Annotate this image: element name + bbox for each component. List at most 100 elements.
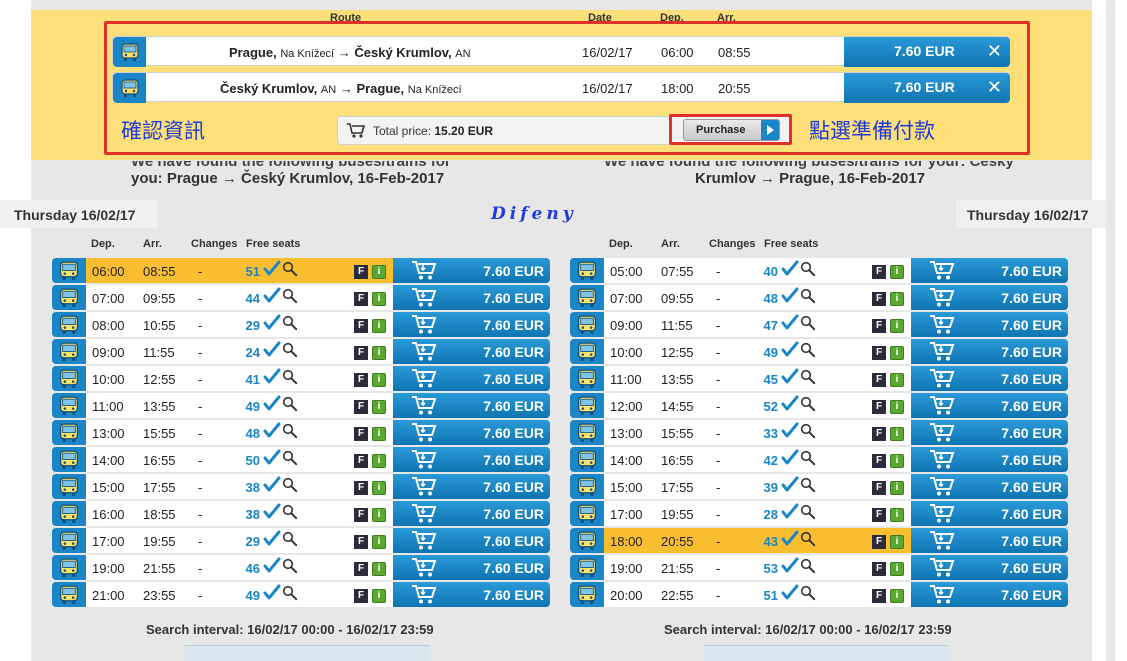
info-icon[interactable]: i <box>372 400 386 414</box>
seat-search-icon[interactable] <box>800 369 816 390</box>
info-icon[interactable]: i <box>372 373 386 387</box>
buy-ticket-button[interactable]: 7.60 EUR <box>911 420 1068 445</box>
connection-row[interactable]: 15:00 17:55 - 39 Fi 7.60 EUR <box>570 474 1068 499</box>
info-icon[interactable]: i <box>372 292 386 306</box>
fare-badge-icon[interactable]: F <box>872 454 886 468</box>
seat-search-icon[interactable] <box>800 450 816 471</box>
connection-row[interactable]: 10:00 12:55 - 49 Fi 7.60 EUR <box>570 339 1068 364</box>
connection-row[interactable]: 07:00 09:55 - 48 Fi 7.60 EUR <box>570 285 1068 310</box>
fare-badge-icon[interactable]: F <box>354 400 368 414</box>
connection-details[interactable]: 14:00 16:55 - 42 Fi <box>604 447 911 472</box>
info-icon[interactable]: i <box>890 346 904 360</box>
buy-ticket-button[interactable]: 7.60 EUR <box>393 420 550 445</box>
buy-ticket-button[interactable]: 7.60 EUR <box>393 366 550 391</box>
fare-badge-icon[interactable]: F <box>872 481 886 495</box>
connection-details[interactable]: 07:00 09:55 - 48 Fi <box>604 285 911 310</box>
fare-badge-icon[interactable]: F <box>872 265 886 279</box>
buy-ticket-button[interactable]: 7.60 EUR <box>393 339 550 364</box>
buy-ticket-button[interactable]: 7.60 EUR <box>393 312 550 337</box>
connection-details[interactable]: 13:00 15:55 - 33 Fi <box>604 420 911 445</box>
fare-badge-icon[interactable]: F <box>872 373 886 387</box>
connection-row[interactable]: 17:00 19:55 - 28 Fi 7.60 EUR <box>570 501 1068 526</box>
connection-details[interactable]: 09:00 11:55 - 47 Fi <box>604 312 911 337</box>
info-icon[interactable]: i <box>890 562 904 576</box>
connection-details[interactable]: 07:00 09:55 - 44 Fi <box>86 285 393 310</box>
connection-details[interactable]: 09:00 11:55 - 24 Fi <box>86 339 393 364</box>
seat-search-icon[interactable] <box>800 423 816 444</box>
info-icon[interactable]: i <box>890 454 904 468</box>
buy-ticket-button[interactable]: 7.60 EUR <box>393 528 550 553</box>
right-pager[interactable] <box>704 645 949 661</box>
fare-badge-icon[interactable]: F <box>354 481 368 495</box>
seat-search-icon[interactable] <box>282 450 298 471</box>
seat-search-icon[interactable] <box>282 288 298 309</box>
info-icon[interactable]: i <box>890 427 904 441</box>
seat-search-icon[interactable] <box>800 504 816 525</box>
connection-row[interactable]: 17:00 19:55 - 29 Fi 7.60 EUR <box>52 528 550 553</box>
buy-ticket-button[interactable]: 7.60 EUR <box>393 501 550 526</box>
seat-search-icon[interactable] <box>282 504 298 525</box>
connection-row[interactable]: 13:00 15:55 - 33 Fi 7.60 EUR <box>570 420 1068 445</box>
fare-badge-icon[interactable]: F <box>354 265 368 279</box>
connection-details[interactable]: 14:00 16:55 - 50 Fi <box>86 447 393 472</box>
connection-row[interactable]: 11:00 13:55 - 49 Fi 7.60 EUR <box>52 393 550 418</box>
buy-ticket-button[interactable]: 7.60 EUR <box>911 501 1068 526</box>
seat-search-icon[interactable] <box>282 531 298 552</box>
connection-row[interactable]: 07:00 09:55 - 44 Fi 7.60 EUR <box>52 285 550 310</box>
info-icon[interactable]: i <box>890 589 904 603</box>
fare-badge-icon[interactable]: F <box>354 562 368 576</box>
connection-details[interactable]: 06:00 08:55 - 51 Fi <box>86 258 393 283</box>
seat-search-icon[interactable] <box>800 315 816 336</box>
connection-row[interactable]: 08:00 10:55 - 29 Fi 7.60 EUR <box>52 312 550 337</box>
seat-search-icon[interactable] <box>282 342 298 363</box>
connection-row[interactable]: 14:00 16:55 - 50 Fi 7.60 EUR <box>52 447 550 472</box>
connection-details[interactable]: 18:00 20:55 - 43 Fi <box>604 528 911 553</box>
seat-search-icon[interactable] <box>800 531 816 552</box>
seat-search-icon[interactable] <box>800 477 816 498</box>
fare-badge-icon[interactable]: F <box>872 319 886 333</box>
connection-row[interactable]: 05:00 07:55 - 40 Fi 7.60 EUR <box>570 258 1068 283</box>
info-icon[interactable]: i <box>372 589 386 603</box>
info-icon[interactable]: i <box>372 454 386 468</box>
connection-details[interactable]: 17:00 19:55 - 28 Fi <box>604 501 911 526</box>
buy-ticket-button[interactable]: 7.60 EUR <box>393 393 550 418</box>
fare-badge-icon[interactable]: F <box>354 346 368 360</box>
buy-ticket-button[interactable]: 7.60 EUR <box>911 528 1068 553</box>
buy-ticket-button[interactable]: 7.60 EUR <box>393 474 550 499</box>
fare-badge-icon[interactable]: F <box>354 589 368 603</box>
connection-row[interactable]: 13:00 15:55 - 48 Fi 7.60 EUR <box>52 420 550 445</box>
info-icon[interactable]: i <box>890 265 904 279</box>
fare-badge-icon[interactable]: F <box>872 292 886 306</box>
fare-badge-icon[interactable]: F <box>872 508 886 522</box>
buy-ticket-button[interactable]: 7.60 EUR <box>393 582 550 607</box>
connection-details[interactable]: 11:00 13:55 - 45 Fi <box>604 366 911 391</box>
info-icon[interactable]: i <box>890 373 904 387</box>
connection-row[interactable]: 15:00 17:55 - 38 Fi 7.60 EUR <box>52 474 550 499</box>
info-icon[interactable]: i <box>890 508 904 522</box>
fare-badge-icon[interactable]: F <box>354 427 368 441</box>
info-icon[interactable]: i <box>890 535 904 549</box>
info-icon[interactable]: i <box>890 292 904 306</box>
seat-search-icon[interactable] <box>800 288 816 309</box>
connection-row[interactable]: 19:00 21:55 - 53 Fi 7.60 EUR <box>570 555 1068 580</box>
buy-ticket-button[interactable]: 7.60 EUR <box>911 447 1068 472</box>
connection-row[interactable]: 11:00 13:55 - 45 Fi 7.60 EUR <box>570 366 1068 391</box>
fare-badge-icon[interactable]: F <box>872 562 886 576</box>
buy-ticket-button[interactable]: 7.60 EUR <box>911 393 1068 418</box>
seat-search-icon[interactable] <box>800 396 816 417</box>
connection-details[interactable]: 05:00 07:55 - 40 Fi <box>604 258 911 283</box>
buy-ticket-button[interactable]: 7.60 EUR <box>911 474 1068 499</box>
info-icon[interactable]: i <box>890 400 904 414</box>
seat-search-icon[interactable] <box>282 369 298 390</box>
connection-details[interactable]: 17:00 19:55 - 29 Fi <box>86 528 393 553</box>
info-icon[interactable]: i <box>890 319 904 333</box>
connection-row[interactable]: 09:00 11:55 - 24 Fi 7.60 EUR <box>52 339 550 364</box>
connection-row[interactable]: 12:00 14:55 - 52 Fi 7.60 EUR <box>570 393 1068 418</box>
info-icon[interactable]: i <box>372 508 386 522</box>
buy-ticket-button[interactable]: 7.60 EUR <box>911 312 1068 337</box>
fare-badge-icon[interactable]: F <box>354 373 368 387</box>
connection-row[interactable]: 10:00 12:55 - 41 Fi 7.60 EUR <box>52 366 550 391</box>
connection-details[interactable]: 16:00 18:55 - 38 Fi <box>86 501 393 526</box>
connection-row[interactable]: 18:00 20:55 - 43 Fi 7.60 EUR <box>570 528 1068 553</box>
left-pager[interactable] <box>185 645 430 661</box>
